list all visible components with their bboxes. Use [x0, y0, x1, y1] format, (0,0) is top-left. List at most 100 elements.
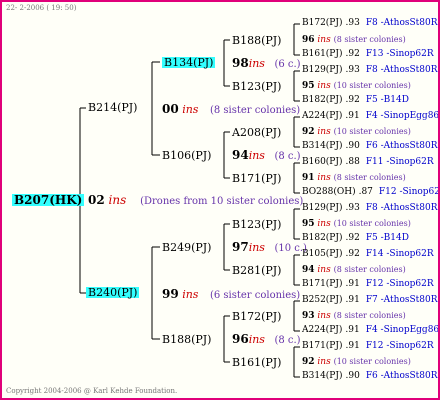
gen4-row[interactable]: B172(PJ) .93 F8 -AthosSt80R	[302, 19, 438, 28]
gen2-node-3[interactable]: B188(PJ)	[162, 334, 211, 345]
gen4-row[interactable]: B252(PJ) .91 F7 -AthosSt80R	[302, 296, 438, 305]
gen4-row[interactable]: B314(PJ) .90 F6 -AthosSt80R	[302, 372, 438, 381]
gen3-node-3[interactable]: B171(PJ)	[232, 173, 281, 184]
gen4-row[interactable]: B171(PJ) .91 F12 -Sinop62R	[302, 342, 434, 351]
gen2-node-2[interactable]: B249(PJ)	[162, 242, 211, 253]
gen3-year-3: 91	[302, 173, 315, 183]
gen4-id: B105(PJ)	[302, 249, 343, 259]
gen4-year: .91	[345, 279, 360, 289]
gen2-info-0: 98ins (6 c.)	[232, 57, 301, 70]
gen4-row[interactable]: B161(PJ) .92 F13 -Sinop62R	[302, 50, 434, 59]
gen1-sire-note: (8 sister colonies)	[209, 105, 301, 116]
gen3-info-3: 91 ins (8 sister colonies)	[302, 174, 406, 183]
gen4-id: BO288(OH)	[302, 187, 356, 197]
gen3-ins-6: ins	[317, 311, 331, 321]
gen3-info-5: 94 ins (8 sister colonies)	[302, 266, 406, 275]
gen4-code: F8 -AthosSt80R	[365, 65, 438, 75]
gen3-year-1: 95	[302, 81, 315, 91]
gen2-node-1[interactable]: B106(PJ)	[162, 150, 211, 161]
gen4-code: F4 -SinopEgg86R	[365, 325, 440, 335]
gen4-year: .91	[345, 341, 360, 351]
gen4-row[interactable]: B314(PJ) .90 F6 -AthosSt80R	[302, 142, 438, 151]
gen4-code: F12 -Sinop62R	[365, 341, 434, 351]
gen3-info-1: 95 ins (10 sister colonies)	[302, 82, 411, 91]
gen4-row[interactable]: B105(PJ) .92 F14 -Sinop62R	[302, 250, 434, 259]
gen4-row[interactable]: B129(PJ) .93 F8 -AthosSt80R	[302, 66, 438, 75]
gen3-info-0: 96 ins (8 sister colonies)	[302, 36, 406, 45]
gen3-note-3: (8 sister colonies)	[333, 173, 406, 182]
gen4-row[interactable]: A224(PJ) .91 F4 -SinopEgg86R	[302, 325, 440, 335]
copyright-footer: Copyright 2004-2006 @ Karl Kehde Foundat…	[6, 387, 178, 395]
gen1-sire-info: 00 ins (8 sister colonies)	[162, 103, 300, 116]
gen4-year: .92	[345, 49, 360, 59]
gen3-year-0: 96	[302, 35, 315, 45]
gen4-code: F5 -B14D	[365, 233, 409, 243]
gen4-year: .91	[345, 295, 360, 305]
gen1-sire-ins: ins	[182, 103, 199, 116]
root-note: (Drones from 10 sister colonies)	[140, 196, 304, 207]
gen4-id: B172(PJ)	[302, 18, 343, 28]
gen4-code: F7 -AthosSt80R	[365, 295, 438, 305]
gen3-info-6: 93 ins (8 sister colonies)	[302, 312, 406, 321]
gen4-id: B160(PJ)	[302, 157, 343, 167]
gen4-year: .90	[345, 141, 360, 151]
gen1-dam-info: 99 ins (6 sister colonies)	[162, 288, 300, 301]
gen3-node-2[interactable]: A208(PJ)	[232, 127, 281, 138]
gen4-code: F14 -Sinop62R	[365, 249, 434, 259]
gen4-code: F6 -AthosSt80R	[365, 141, 438, 151]
gen1-sire-year: 00	[162, 102, 179, 116]
gen2-note-1: (8 c.)	[274, 151, 301, 162]
gen3-node-5[interactable]: B281(PJ)	[232, 265, 281, 276]
gen4-row[interactable]: B171(PJ) .91 F12 -Sinop62R	[302, 280, 434, 289]
gen3-year-5: 94	[302, 265, 315, 275]
gen4-row[interactable]: A224(PJ) .91 F4 -SinopEgg86R	[302, 111, 438, 121]
gen4-row[interactable]: BO288(OH) .87 F12 -Sinop62R	[302, 187, 438, 197]
gen4-year: .90	[345, 371, 360, 381]
gen3-note-1: (10 sister colonies)	[333, 81, 411, 90]
gen3-year-2: 92	[302, 127, 315, 137]
gen4-id: B171(PJ)	[302, 279, 343, 289]
gen3-node-0[interactable]: B188(PJ)	[232, 35, 281, 46]
gen4-id: B182(PJ)	[302, 233, 343, 243]
gen3-info-2: 92 ins (10 sister colonies)	[302, 128, 411, 137]
gen4-code: F8 -AthosSt80R	[365, 203, 438, 213]
gen4-year: .91	[345, 111, 360, 121]
gen2-ins-2: ins	[248, 241, 265, 254]
gen1-sire[interactable]: B214(PJ)	[88, 102, 137, 113]
gen3-ins-0: ins	[317, 35, 331, 45]
gen2-year-2: 97	[232, 240, 249, 254]
gen3-ins-5: ins	[317, 265, 331, 275]
gen3-node-6[interactable]: B172(PJ)	[232, 311, 281, 322]
gen2-info-2: 97ins (10 c.)	[232, 241, 307, 254]
gen3-note-6: (8 sister colonies)	[333, 311, 406, 320]
gen4-id: A224(PJ)	[302, 111, 343, 121]
gen4-code: F12 -Sinop62R	[365, 279, 434, 289]
gen4-id: B252(PJ)	[302, 295, 343, 305]
gen3-node-4[interactable]: B123(PJ)	[232, 219, 281, 230]
gen3-ins-2: ins	[317, 127, 331, 137]
gen3-note-5: (8 sister colonies)	[333, 265, 406, 274]
gen4-id: B182(PJ)	[302, 95, 343, 105]
gen2-note-3: (8 c.)	[274, 335, 301, 346]
root-queen[interactable]: B207(HK)	[12, 194, 85, 206]
root-year: 02	[88, 193, 105, 207]
gen3-node-1[interactable]: B123(PJ)	[232, 81, 281, 92]
gen4-id: B161(PJ)	[302, 49, 343, 59]
root-info: 02 ins (Drones from 10 sister colonies)	[88, 194, 303, 207]
gen1-dam-year: 99	[162, 287, 179, 301]
gen4-id: A224(PJ)	[302, 325, 343, 335]
gen4-row[interactable]: B160(PJ) .88 F11 -Sinop62R	[302, 158, 434, 167]
gen2-info-1: 94ins (8 c.)	[232, 149, 301, 162]
gen4-id: B129(PJ)	[302, 65, 343, 75]
gen2-info-3: 96ins (8 c.)	[232, 333, 301, 346]
gen4-row[interactable]: B129(PJ) .93 F8 -AthosSt80R	[302, 204, 438, 213]
gen2-node-0[interactable]: B134(PJ)	[162, 57, 216, 68]
gen3-ins-7: ins	[317, 357, 331, 367]
gen1-dam[interactable]: B240(PJ)	[86, 287, 140, 298]
gen4-year: .88	[345, 157, 360, 167]
gen4-year: .93	[345, 203, 360, 213]
gen4-row[interactable]: B182(PJ) .92 F5 -B14D	[302, 234, 409, 243]
gen4-row[interactable]: B182(PJ) .92 F5 -B14D	[302, 96, 409, 105]
gen3-node-7[interactable]: B161(PJ)	[232, 357, 281, 368]
gen3-info-7: 92 ins (10 sister colonies)	[302, 358, 411, 367]
